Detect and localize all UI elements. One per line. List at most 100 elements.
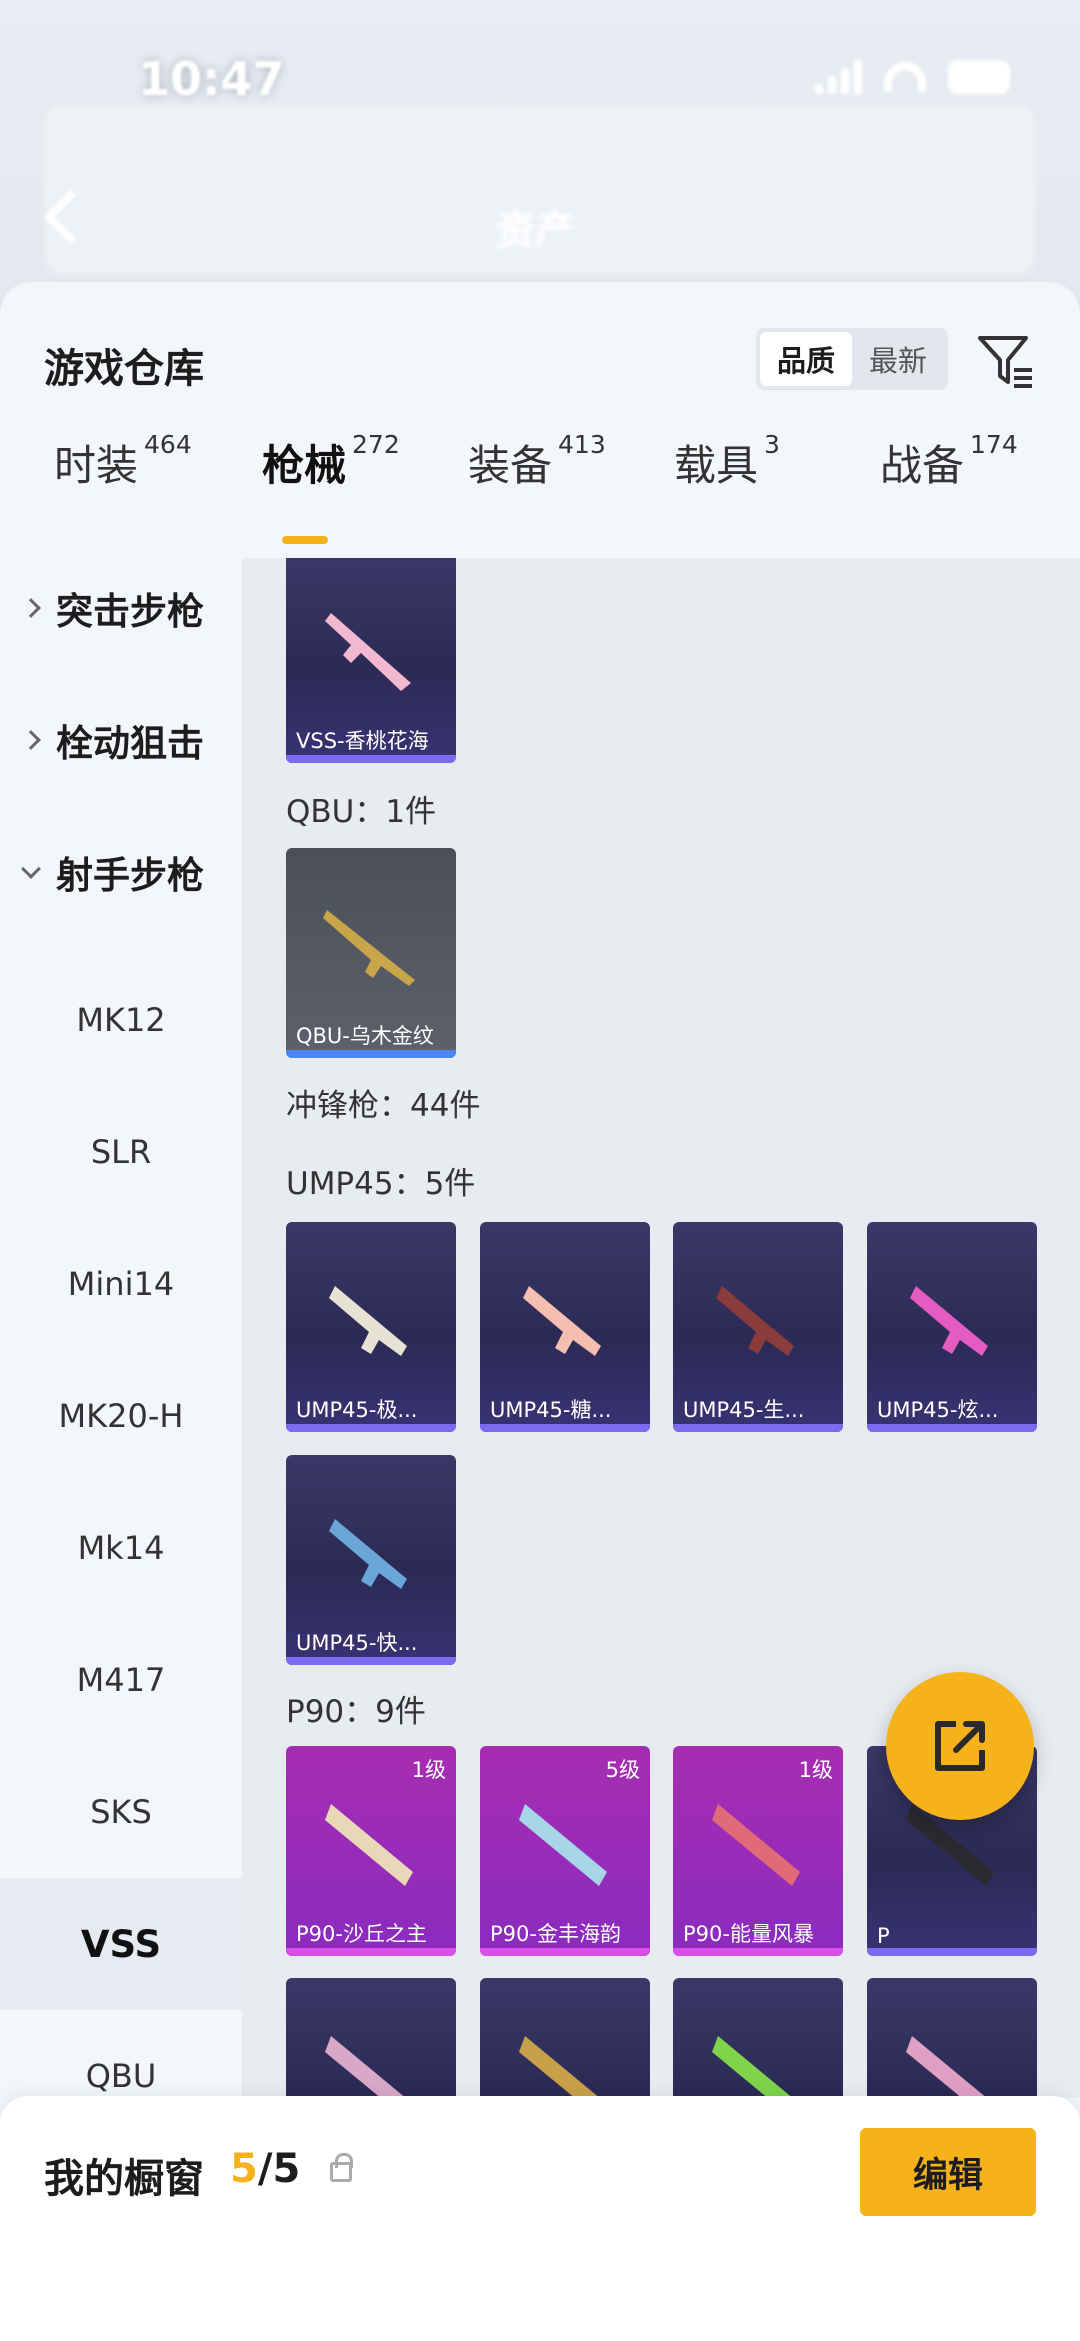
weapon-image <box>906 2036 987 2098</box>
tab-vehicles[interactable]: 载具 3 <box>674 430 780 493</box>
weapon-name: VSS-香桃花海 <box>296 729 429 753</box>
rarity-strip <box>673 1424 843 1432</box>
showcase-count-total: /5 <box>257 2146 301 2192</box>
chevron-down-icon <box>21 859 41 879</box>
sort-toggle: 品质 最新 <box>756 328 948 390</box>
weapon-image <box>325 613 411 691</box>
tab-label: 时装 <box>54 441 139 490</box>
weapon-name: P <box>877 1924 890 1948</box>
rarity-strip <box>286 755 456 763</box>
rarity-strip <box>286 1657 456 1665</box>
weapon-image <box>523 1286 601 1356</box>
weapon-name: UMP45-极... <box>296 1398 418 1422</box>
weapon-image <box>712 2036 793 2098</box>
weapon-card-p90[interactable]: 1级 P90-能量风暴 <box>673 1746 843 1956</box>
signal-icon <box>815 60 862 94</box>
battery-icon <box>948 60 1010 94</box>
active-tab-indicator <box>282 536 328 544</box>
sidebar-item-sks[interactable]: SKS <box>0 1746 242 1878</box>
tab-tactical[interactable]: 战备 174 <box>880 430 1018 493</box>
sidebar-group-label: 栓动狙击 <box>56 722 204 765</box>
weapon-card-ump45[interactable]: UMP45-快... <box>286 1455 456 1665</box>
header-title: 资产 <box>495 208 575 254</box>
weapon-name: P90-金丰海韵 <box>490 1922 621 1946</box>
tab-equipment[interactable]: 装备 413 <box>468 430 606 493</box>
section-header-ump45: UMP45：5件 <box>286 1166 476 1202</box>
sidebar-group-assault-rifles[interactable]: 突击步枪 <box>0 558 242 658</box>
sidebar-item-mk20h[interactable]: MK20-H <box>0 1350 242 1482</box>
showcase-count-current: 5 <box>230 2146 258 2192</box>
rarity-strip <box>286 1050 456 1058</box>
sidebar-group-bolt-snipers[interactable]: 栓动狙击 <box>0 690 242 790</box>
tab-firearms[interactable]: 枪械 272 <box>262 430 400 493</box>
tab-count: 464 <box>144 430 192 459</box>
weapon-card-vss[interactable]: VSS-香桃花海 <box>286 558 456 763</box>
section-header-p90: P90：9件 <box>286 1694 426 1730</box>
weapon-card-p90[interactable] <box>867 1978 1037 2098</box>
chevron-right-icon <box>21 730 41 750</box>
weapon-image <box>323 910 415 986</box>
weapon-image <box>712 1804 800 1886</box>
tab-count: 174 <box>970 430 1018 459</box>
showcase-label: 我的橱窗 <box>44 2156 204 2202</box>
weapon-name: UMP45-生... <box>683 1398 805 1422</box>
weapon-card-ump45[interactable]: UMP45-生... <box>673 1222 843 1432</box>
sort-quality[interactable]: 品质 <box>760 332 852 386</box>
category-tabs: 时装 464 枪械 272 装备 413 载具 3 战备 174 <box>0 430 1080 540</box>
weapon-card-p90[interactable] <box>673 1978 843 2098</box>
weapon-image <box>329 1286 407 1356</box>
sidebar-group-marksman-rifles[interactable]: 射手步枪 <box>0 822 242 922</box>
weapon-card-p90[interactable] <box>480 1978 650 2098</box>
status-time: 10:47 <box>138 52 285 106</box>
rarity-strip <box>867 1424 1037 1432</box>
weapon-card-ump45[interactable]: UMP45-糖... <box>480 1222 650 1432</box>
sort-newest[interactable]: 最新 <box>852 332 944 386</box>
tab-label: 装备 <box>468 441 553 490</box>
status-icons <box>815 60 1010 94</box>
weapon-sidebar: 突击步枪 栓动狙击 射手步枪 MK12 SLR Mini14 MK20-H Mk… <box>0 558 242 2098</box>
weapon-image <box>325 1804 413 1886</box>
weapon-name: UMP45-糖... <box>490 1398 612 1422</box>
tab-count: 272 <box>352 430 400 459</box>
tab-label: 枪械 <box>262 441 347 490</box>
sidebar-item-vss[interactable]: VSS <box>0 1878 242 2010</box>
sidebar-group-label: 突击步枪 <box>56 590 204 633</box>
filter-icon[interactable] <box>974 330 1036 392</box>
edit-button[interactable]: 编辑 <box>860 2128 1036 2216</box>
sidebar-item-mini14[interactable]: Mini14 <box>0 1218 242 1350</box>
tab-label: 载具 <box>674 441 759 490</box>
sidebar-item-m417[interactable]: M417 <box>0 1614 242 1746</box>
wifi-icon <box>884 62 926 92</box>
rarity-strip <box>480 1948 650 1956</box>
weapon-content: VSS-香桃花海 QBU：1件 QBU-乌木金纹 冲锋枪：44件 UMP45：5… <box>242 558 1080 2098</box>
rarity-strip <box>673 1948 843 1956</box>
rarity-strip <box>286 1948 456 1956</box>
share-button[interactable] <box>886 1672 1034 1820</box>
weapon-image <box>329 1519 407 1589</box>
weapon-level: 5级 <box>605 1758 640 1782</box>
weapon-name: QBU-乌木金纹 <box>296 1024 434 1048</box>
sidebar-item-mk12[interactable]: MK12 <box>0 954 242 1086</box>
rarity-strip <box>867 1948 1037 1956</box>
tab-count: 3 <box>764 430 780 459</box>
showcase-count: 5/5 <box>230 2146 300 2192</box>
weapon-name: UMP45-快... <box>296 1631 418 1655</box>
weapon-image <box>716 1286 794 1356</box>
weapon-card-p90[interactable]: 5级 P90-金丰海韵 <box>480 1746 650 1956</box>
weapon-name: P90-能量风暴 <box>683 1922 814 1946</box>
weapon-image <box>519 1804 607 1886</box>
section-header-qbu: QBU：1件 <box>286 794 437 830</box>
weapon-name: P90-沙丘之主 <box>296 1922 427 1946</box>
weapon-name: UMP45-炫... <box>877 1398 999 1422</box>
weapon-card-ump45[interactable]: UMP45-极... <box>286 1222 456 1432</box>
weapon-card-p90[interactable]: 1级 P90-沙丘之主 <box>286 1746 456 1956</box>
showcase-bar: 我的橱窗 5/5 编辑 <box>0 2096 1080 2341</box>
weapon-card-qbu[interactable]: QBU-乌木金纹 <box>286 848 456 1058</box>
weapon-card-p90[interactable] <box>286 1978 456 2098</box>
sidebar-item-slr[interactable]: SLR <box>0 1086 242 1218</box>
sidebar-item-mk14[interactable]: Mk14 <box>0 1482 242 1614</box>
weapon-card-ump45[interactable]: UMP45-炫... <box>867 1222 1037 1432</box>
sheet-title: 游戏仓库 <box>44 346 204 392</box>
tab-fashion[interactable]: 时装 464 <box>54 430 192 493</box>
lock-icon <box>330 2153 353 2182</box>
